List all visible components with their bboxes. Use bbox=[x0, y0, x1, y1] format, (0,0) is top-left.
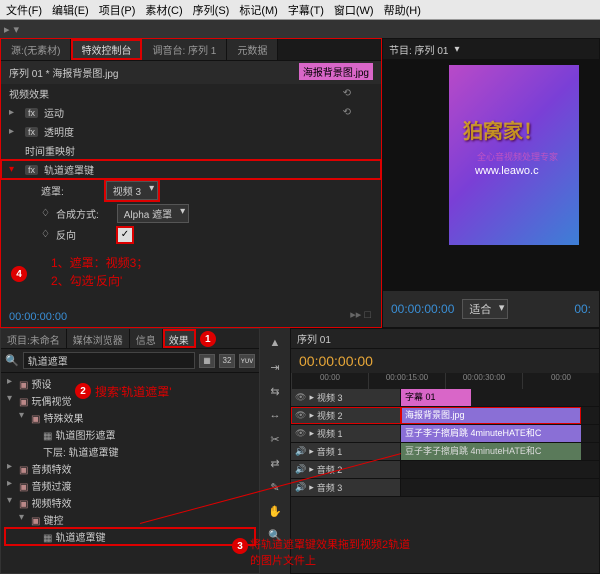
effect-controls-panel: 源:(无素材) 特效控制台 调音台: 序列 1 元数据 序列 01 * 海报背景… bbox=[0, 38, 382, 328]
selection-tool-icon[interactable]: ▲ bbox=[266, 334, 284, 352]
tab-info[interactable]: 信息 bbox=[130, 329, 163, 348]
menu-help[interactable]: 帮助(H) bbox=[384, 2, 421, 17]
track-select-tool-icon[interactable]: ⇥ bbox=[266, 358, 284, 376]
timeline-seq-tab[interactable]: 序列 01 bbox=[297, 331, 331, 346]
tree-audio-fx[interactable]: ▸▣音频特效 bbox=[5, 460, 255, 477]
tree-distort[interactable]: ▾▣玩偶视觉 bbox=[5, 392, 255, 409]
timeline-ruler[interactable]: 00:0000:00:15:0000:00:30:0000:00 bbox=[291, 373, 599, 389]
tree-presets[interactable]: ▸▣预设 2 搜索'轨道遮罩' bbox=[5, 375, 255, 392]
menu-window[interactable]: 窗口(W) bbox=[334, 2, 374, 17]
toolbar-dropdown-icon[interactable]: ▾ bbox=[14, 23, 20, 36]
track-v3[interactable]: 👁▸视频 3 字幕 01 bbox=[291, 389, 599, 407]
matte-dropdown[interactable]: 视频 3 bbox=[106, 181, 158, 200]
annotation-drag-text: 将轨道遮罩键效果拖到视频2轨道 的图片文件上 bbox=[250, 536, 490, 568]
program-duration: 00: bbox=[574, 302, 591, 316]
composite-dropdown[interactable]: Alpha 遮罩 bbox=[117, 204, 189, 223]
tab-source[interactable]: 源:(无素材) bbox=[1, 39, 71, 60]
menu-marker[interactable]: 标记(M) bbox=[239, 2, 278, 17]
dropdown-icon[interactable]: ▾ bbox=[454, 44, 459, 55]
menu-clip[interactable]: 素材(C) bbox=[145, 2, 182, 17]
rate-stretch-tool-icon[interactable]: ↔ bbox=[266, 406, 284, 424]
ripple-tool-icon[interactable]: ⇆ bbox=[266, 382, 284, 400]
toolbar: ▸ ▾ bbox=[0, 20, 600, 38]
annotation-badge-3: 3 bbox=[232, 538, 248, 554]
tree-special[interactable]: ▾▣特殊效果 bbox=[5, 409, 255, 426]
tree-sub-matte[interactable]: 下层: 轨道遮罩键 bbox=[5, 443, 255, 460]
filter-icon-3[interactable]: ʏᴜᴠ bbox=[239, 354, 255, 368]
program-monitor[interactable]: 狛窝家！ 全心音视频处理专家 www.leawo.c bbox=[383, 59, 599, 291]
slip-tool-icon[interactable]: ⇄ bbox=[266, 454, 284, 472]
tab-mixer[interactable]: 调音台: 序列 1 bbox=[142, 39, 227, 60]
track-a1[interactable]: 🔊▸音频 1 豆子李子擦肩跳 4minuteHATE和C bbox=[291, 443, 599, 461]
menu-title[interactable]: 字幕(T) bbox=[288, 2, 324, 17]
tree-keying[interactable]: ▾▣键控 bbox=[5, 511, 255, 528]
effects-search-input[interactable] bbox=[23, 352, 195, 369]
clip-a1[interactable]: 豆子李子擦肩跳 4minuteHATE和C bbox=[401, 443, 581, 460]
razor-tool-icon[interactable]: ✂ bbox=[266, 430, 284, 448]
ec-motion[interactable]: ▸fx运动⟲ bbox=[1, 103, 381, 122]
ec-reverse: ♢反向 ✓ bbox=[1, 225, 381, 244]
menu-sequence[interactable]: 序列(S) bbox=[193, 2, 230, 17]
annotation-text-2: 2、勾选'反向' bbox=[51, 272, 361, 290]
program-monitor-panel: 节目: 序列 01 ▾ 狛窝家！ 全心音视频处理专家 www.leawo.c 0… bbox=[382, 38, 600, 328]
menubar: 文件(F) 编辑(E) 项目(P) 素材(C) 序列(S) 标记(M) 字幕(T… bbox=[0, 0, 600, 20]
filter-icon-2[interactable]: 32 bbox=[219, 354, 235, 368]
annotation-badge-4: 4 bbox=[11, 266, 27, 282]
reverse-checkbox[interactable]: ✓ bbox=[118, 228, 132, 242]
menu-file[interactable]: 文件(F) bbox=[6, 2, 42, 17]
tree-track-matte-key[interactable]: ▦轨道遮罩键 bbox=[5, 528, 255, 545]
monitor-video-frame: 狛窝家！ 全心音视频处理专家 www.leawo.c bbox=[449, 65, 579, 245]
tab-metadata[interactable]: 元数据 bbox=[227, 39, 278, 60]
annotation-badge-1: 1 bbox=[200, 331, 216, 347]
track-v2[interactable]: 👁▸视频 2 海报背景图.jpg bbox=[291, 407, 599, 425]
filter-icon-1[interactable]: ▦ bbox=[199, 354, 215, 368]
toolbar-arrow-icon[interactable]: ▸ bbox=[4, 23, 10, 36]
zoom-fit-dropdown[interactable]: 适合 bbox=[462, 299, 508, 319]
effects-tree: ▸▣预设 2 搜索'轨道遮罩' ▾▣玩偶视觉 ▾▣特殊效果 ▦轨道图形遮罩 下层… bbox=[1, 373, 259, 547]
clip-v3[interactable]: 字幕 01 bbox=[401, 389, 471, 406]
clip-v2[interactable]: 海报背景图.jpg bbox=[401, 407, 581, 424]
tree-matte-effect[interactable]: ▦轨道图形遮罩 bbox=[5, 426, 255, 443]
menu-project[interactable]: 项目(P) bbox=[99, 2, 136, 17]
clip-v1[interactable]: 豆子李子擦肩跳 4minuteHATE和C bbox=[401, 425, 581, 442]
ec-timecode[interactable]: 00:00:00:00 bbox=[9, 311, 67, 323]
hand-tool-icon[interactable]: ✋ bbox=[266, 502, 284, 520]
ec-composite: ♢合成方式: Alpha 遮罩 bbox=[1, 202, 381, 225]
tab-project[interactable]: 项目:未命名 bbox=[1, 329, 67, 348]
annotation-text-1: 1、遮罩：视频3； bbox=[51, 254, 361, 272]
ec-time-remap[interactable]: 时间重映射 bbox=[1, 141, 381, 160]
ec-opacity[interactable]: ▸fx透明度 bbox=[1, 122, 381, 141]
track-v1[interactable]: 👁▸视频 1 豆子李子擦肩跳 4minuteHATE和C bbox=[291, 425, 599, 443]
tab-effects[interactable]: 效果 bbox=[163, 329, 196, 348]
tree-audio-trans[interactable]: ▸▣音频过渡 bbox=[5, 477, 255, 494]
tab-media-browser[interactable]: 媒体浏览器 bbox=[67, 329, 130, 348]
tab-effect-controls[interactable]: 特效控制台 bbox=[71, 39, 142, 60]
ec-video-effects-heading: 视频效果⟲ bbox=[1, 84, 381, 103]
search-icon: 🔍 bbox=[5, 354, 19, 367]
effects-panel: 项目:未命名 媒体浏览器 信息 效果 1 🔍 ▦ 32 ʏᴜᴠ ▸▣预设 2 搜… bbox=[0, 328, 260, 574]
ec-matte-source: 遮罩: 视频 3 bbox=[1, 179, 381, 202]
reset-icon[interactable]: ⟲ bbox=[343, 107, 351, 118]
program-tab[interactable]: 节目: 序列 01 bbox=[389, 42, 448, 57]
menu-edit[interactable]: 编辑(E) bbox=[52, 2, 89, 17]
ec-clip-name: 海报背景图.jpg bbox=[299, 63, 373, 80]
program-timecode[interactable]: 00:00:00:00 bbox=[391, 302, 454, 316]
timeline-timecode[interactable]: 00:00:00:00 bbox=[291, 349, 599, 373]
ec-track-matte[interactable]: ▾fx轨道遮罩键 bbox=[1, 160, 381, 179]
keyframe-back-icon[interactable]: ⟲ bbox=[343, 88, 351, 99]
track-a3[interactable]: 🔊▸音频 3 bbox=[291, 479, 599, 497]
ec-transport-icon[interactable]: ▸▸ □ bbox=[350, 308, 371, 321]
